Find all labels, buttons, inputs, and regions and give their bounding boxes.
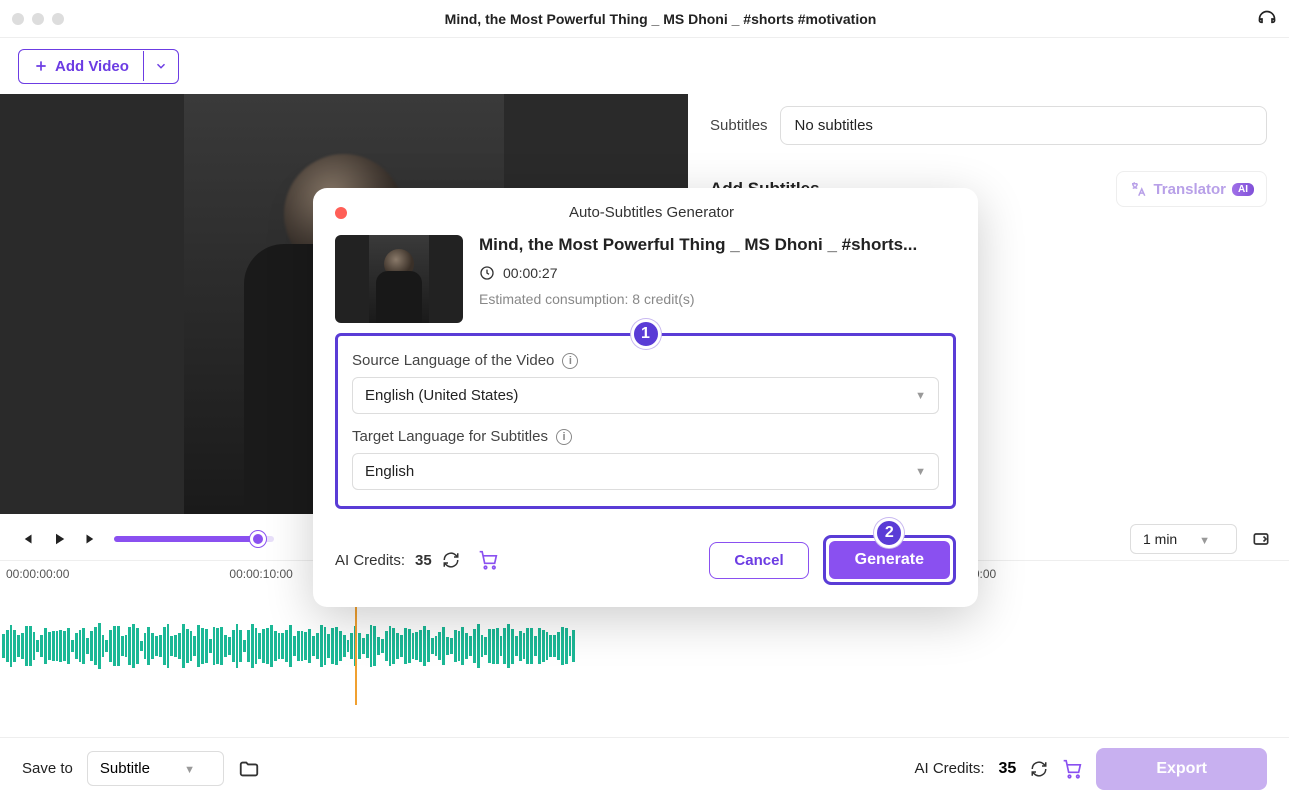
play-button[interactable] — [50, 530, 68, 548]
save-to-value: Subtitle — [100, 760, 150, 777]
info-icon[interactable]: i — [556, 429, 572, 445]
translator-label: Translator — [1153, 181, 1226, 198]
bottombar: Save to Subtitle ▼ AI Credits: 35 Export — [0, 737, 1289, 799]
subtitles-select[interactable]: No subtitles — [780, 106, 1267, 145]
step-2-badge: 2 — [874, 518, 904, 548]
audio-waveform[interactable] — [0, 620, 1289, 672]
target-language-value: English — [365, 463, 414, 480]
subtitles-label: Subtitles — [710, 117, 768, 134]
maximize-window-icon[interactable] — [52, 13, 64, 25]
auto-subtitles-modal: Auto-Subtitles Generator Mind, the Most … — [313, 188, 978, 607]
cancel-button[interactable]: Cancel — [709, 542, 808, 579]
info-icon[interactable]: i — [562, 353, 578, 369]
add-video-label: Add Video — [55, 58, 129, 75]
chevron-down-icon — [154, 59, 168, 73]
clock-icon — [479, 265, 495, 281]
progress-thumb[interactable] — [250, 531, 266, 547]
source-language-label: Source Language of the Video i — [352, 352, 939, 369]
add-video-button-group: Add Video — [18, 49, 179, 84]
credits-label: AI Credits: — [915, 760, 985, 777]
modal-consumption: Estimated consumption: 8 credit(s) — [479, 291, 956, 307]
minimize-window-icon[interactable] — [32, 13, 44, 25]
open-folder-button[interactable] — [238, 758, 260, 780]
modal-duration: 00:00:27 — [503, 265, 558, 281]
next-frame-button[interactable] — [82, 530, 100, 548]
save-to-select[interactable]: Subtitle ▼ — [87, 751, 224, 786]
refresh-credits-button[interactable] — [1030, 760, 1048, 778]
save-to-label: Save to — [22, 760, 73, 777]
target-language-select[interactable]: English ▼ — [352, 453, 939, 490]
time-mark: 00:00:00:00 — [6, 567, 69, 581]
time-mark: 00:00:10:00 — [229, 567, 292, 581]
credits-value: 35 — [999, 760, 1017, 778]
titlebar: Mind, the Most Powerful Thing _ MS Dhoni… — [0, 0, 1289, 38]
translate-icon — [1129, 180, 1147, 198]
source-language-select[interactable]: English (United States) ▼ — [352, 377, 939, 414]
chevron-down-icon: ▼ — [915, 390, 926, 402]
generate-button-highlight: 2 Generate — [823, 535, 956, 585]
ai-badge: AI — [1232, 183, 1254, 196]
expand-timeline-button[interactable] — [1251, 529, 1271, 549]
modal-video-title: Mind, the Most Powerful Thing _ MS Dhoni… — [479, 235, 956, 255]
close-window-icon[interactable] — [12, 13, 24, 25]
modal-credits-label: AI Credits: — [335, 552, 405, 569]
buy-credits-button[interactable] — [1062, 759, 1082, 779]
zoom-value: 1 min — [1143, 531, 1177, 547]
zoom-select[interactable]: 1 min ▼ — [1130, 524, 1237, 554]
add-video-button[interactable]: Add Video — [19, 50, 143, 83]
modal-title: Auto-Subtitles Generator — [347, 204, 956, 221]
modal-close-button[interactable] — [335, 207, 347, 219]
modal-refresh-credits-button[interactable] — [442, 551, 460, 569]
add-video-dropdown[interactable] — [143, 51, 178, 81]
target-language-label: Target Language for Subtitles i — [352, 428, 939, 445]
chevron-down-icon: ▼ — [915, 466, 926, 478]
window-title: Mind, the Most Powerful Thing _ MS Dhoni… — [64, 11, 1257, 27]
plus-icon — [33, 58, 49, 74]
translator-button[interactable]: Translator AI — [1116, 171, 1267, 207]
prev-frame-button[interactable] — [18, 530, 36, 548]
modal-credits-value: 35 — [415, 552, 432, 569]
toolbar: Add Video — [0, 38, 1289, 94]
progress-slider[interactable] — [114, 536, 274, 542]
export-button[interactable]: Export — [1096, 748, 1267, 790]
modal-buy-credits-button[interactable] — [478, 550, 498, 570]
window-controls — [12, 13, 64, 25]
step-1-badge: 1 — [631, 319, 661, 349]
source-language-value: English (United States) — [365, 387, 518, 404]
language-selection-box: 1 Source Language of the Video i English… — [335, 333, 956, 509]
subtitles-value: No subtitles — [795, 117, 873, 134]
support-icon[interactable] — [1257, 9, 1277, 29]
modal-video-thumbnail — [335, 235, 463, 323]
